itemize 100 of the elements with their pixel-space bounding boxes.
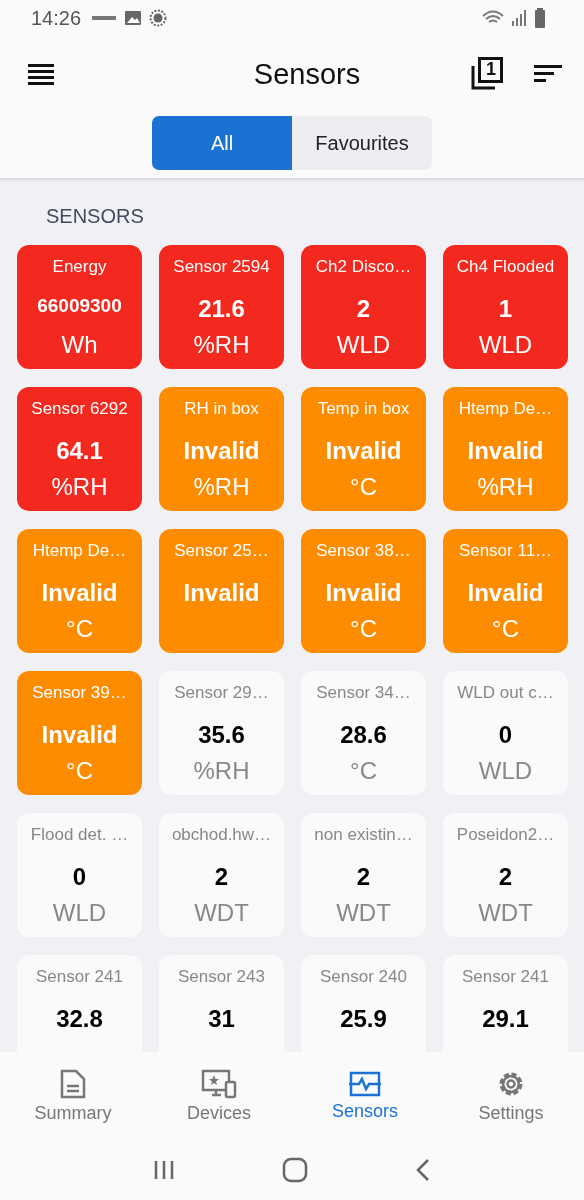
sensor-tile[interactable]: WLD out c… 0 WLD (443, 671, 568, 795)
sensor-value: Invalid (467, 579, 544, 608)
sensor-tile[interactable]: Sensor 240 25.9 (301, 955, 426, 1052)
sensor-value: 28.6 (340, 721, 387, 750)
devices-icon (201, 1068, 237, 1099)
sensor-value: 66009300 (37, 295, 122, 318)
sensor-name: Poseidon2… (456, 825, 555, 846)
sensor-value: 1 (498, 295, 513, 324)
sensor-tile[interactable]: obchod.hw… 2 WDT (159, 813, 284, 937)
sensor-tile[interactable]: Htemp De… Invalid %RH (443, 387, 568, 511)
sensor-value: 25.9 (340, 1005, 387, 1034)
sensor-value: 2 (214, 863, 229, 892)
sensor-unit: %RH (477, 473, 534, 501)
sensor-unit: °C (350, 615, 377, 643)
filter-tab[interactable]: Favourites (292, 116, 432, 170)
pulse-icon (349, 1070, 381, 1097)
sensor-unit: WLD (336, 331, 391, 359)
sensor-unit: %RH (51, 473, 108, 501)
sensor-value: Invalid (325, 579, 402, 608)
nav-tab[interactable]: Settings (438, 1052, 584, 1140)
sensor-tile[interactable]: Ch4 Flooded 1 WLD (443, 245, 568, 369)
sensor-value: Invalid (183, 437, 260, 466)
sensor-tile[interactable]: Sensor 2594 21.6 %RH (159, 245, 284, 369)
sensor-name: Flood det. … (30, 825, 129, 846)
sensor-name: Ch4 Flooded (456, 257, 555, 278)
sensor-value: 0 (498, 721, 513, 750)
sensor-name: Sensor 25… (174, 541, 269, 562)
sensor-name: RH in box (184, 399, 259, 420)
sensor-value: 21.6 (198, 295, 245, 324)
filter-tab[interactable]: All (152, 116, 292, 170)
sensor-name: Sensor 29… (174, 683, 269, 704)
sensor-tile[interactable]: RH in box Invalid %RH (159, 387, 284, 511)
sensor-value: 2 (356, 863, 371, 892)
document-icon (60, 1068, 86, 1099)
sensor-unit: °C (350, 757, 377, 785)
sensor-tile[interactable]: Ch2 Disco… 2 WLD (301, 245, 426, 369)
sensor-tile[interactable]: Sensor 39… Invalid °C (17, 671, 142, 795)
sensor-unit: Wh (61, 331, 98, 359)
sensor-value: Invalid (183, 579, 260, 608)
recent-apps-icon[interactable] (153, 1159, 176, 1181)
sensor-name: Sensor 34… (316, 683, 411, 704)
sensor-tile[interactable]: Energy 66009300 Wh (17, 245, 142, 369)
sensor-unit: °C (66, 615, 93, 643)
nav-tab[interactable]: Devices (146, 1052, 292, 1140)
sensor-tile[interactable]: Sensor 25… Invalid (159, 529, 284, 653)
sort-icon[interactable] (534, 64, 562, 84)
sensor-name: Ch2 Disco… (315, 257, 412, 278)
sensor-unit: °C (492, 615, 519, 643)
sensor-unit: %RH (193, 757, 250, 785)
back-icon[interactable] (414, 1158, 431, 1182)
sensor-name: non existin… (314, 825, 413, 846)
signal-icon (511, 9, 527, 27)
sensor-unit: °C (66, 757, 93, 785)
sensor-value: 2 (498, 863, 513, 892)
sensor-tile[interactable]: non existin… 2 WDT (301, 813, 426, 937)
sensor-tile[interactable]: Sensor 241 29.1 (443, 955, 568, 1052)
status-time: 14:26 (31, 6, 82, 30)
sensor-unit: °C (350, 473, 377, 501)
sensor-tile[interactable]: Sensor 241 32.8 (17, 955, 142, 1052)
menu-icon[interactable] (28, 63, 54, 85)
sensor-name: Sensor 6292 (31, 399, 128, 420)
sensor-unit: WLD (478, 331, 533, 359)
sensor-name: Sensor 241 (462, 967, 549, 988)
sensor-name: Sensor 2594 (173, 257, 270, 278)
sensor-value: 64.1 (56, 437, 103, 466)
sensor-name: Sensor 241 (36, 967, 123, 988)
sensor-value: Invalid (325, 437, 402, 466)
home-icon[interactable] (282, 1157, 308, 1183)
sensor-value: 0 (72, 863, 87, 892)
sensor-name: Sensor 11… (458, 541, 553, 562)
sensor-name: obchod.hw… (171, 825, 272, 846)
sensor-value: 35.6 (198, 721, 245, 750)
nav-tab[interactable]: Summary (0, 1052, 146, 1140)
sensor-tile[interactable]: Flood det. … 0 WLD (17, 813, 142, 937)
notification-icon (91, 13, 118, 23)
sensor-name: Sensor 243 (178, 967, 265, 988)
sensor-unit: %RH (193, 331, 250, 359)
sensor-tile[interactable]: Htemp De… Invalid °C (17, 529, 142, 653)
sensor-tile[interactable]: Temp in box Invalid °C (301, 387, 426, 511)
sensor-unit: WLD (478, 757, 533, 785)
sensor-tile[interactable]: Sensor 11… Invalid °C (443, 529, 568, 653)
sensor-name: Htemp De… (32, 541, 127, 562)
sensor-value: 31 (208, 1005, 235, 1034)
sensor-tile[interactable]: Sensor 34… 28.6 °C (301, 671, 426, 795)
image-icon (124, 10, 143, 26)
sensor-unit: %RH (193, 473, 250, 501)
sensor-tile[interactable]: Sensor 38… Invalid °C (301, 529, 426, 653)
sensor-value: Invalid (41, 579, 118, 608)
sensor-name: Htemp De… (458, 399, 553, 420)
sensor-unit: WDT (194, 899, 249, 927)
sensor-name: Sensor 38… (316, 541, 411, 562)
sensor-tile[interactable]: Sensor 6292 64.1 %RH (17, 387, 142, 511)
sensor-unit: WLD (52, 899, 107, 927)
sensor-tile[interactable]: Poseidon2… 2 WDT (443, 813, 568, 937)
sensor-name: WLD out c… (457, 683, 554, 704)
nav-tab[interactable]: Sensors (292, 1052, 438, 1140)
sun-icon (149, 9, 168, 27)
sensor-tile[interactable]: Sensor 243 31 (159, 955, 284, 1052)
screen-title: Sensors (252, 57, 362, 91)
sensor-tile[interactable]: Sensor 29… 35.6 %RH (159, 671, 284, 795)
